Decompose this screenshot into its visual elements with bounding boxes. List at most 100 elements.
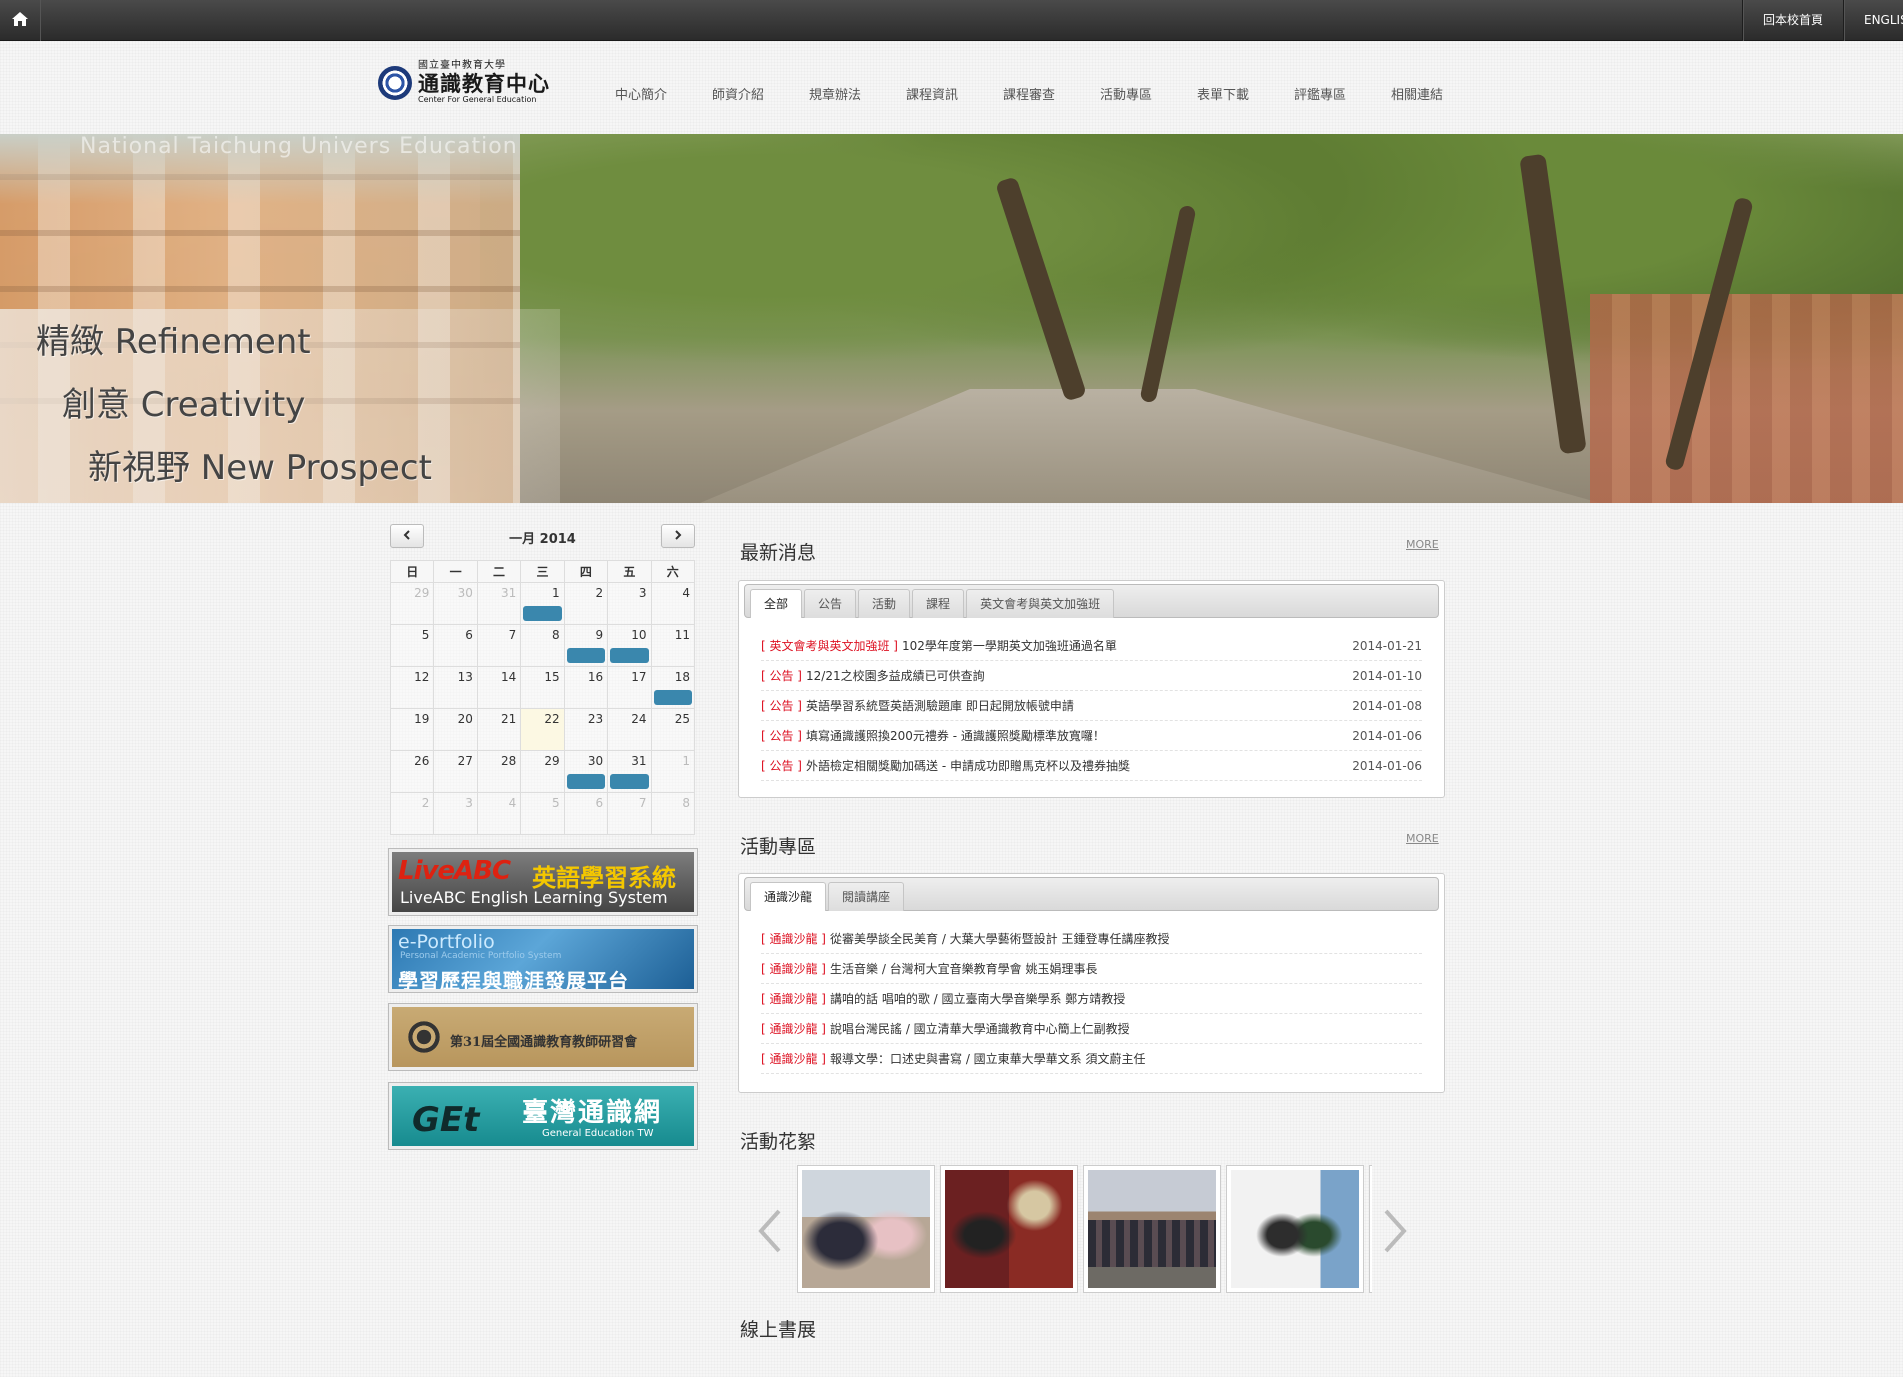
calendar-day[interactable]: 20: [433, 708, 478, 751]
news-item[interactable]: [ 公告 ] 12/21之校園多益成績已可供查詢 2014-01-10: [761, 661, 1422, 691]
calendar-day[interactable]: 12: [389, 666, 435, 709]
calendar-day[interactable]: 8: [520, 624, 565, 667]
activity-item[interactable]: [ 通識沙龍 ] 從審美學談全民美育 / 大葉大學藝術暨設計 王鍾登專任講座教授: [761, 924, 1422, 954]
calendar-event[interactable]: [610, 648, 649, 663]
calendar-event[interactable]: [523, 606, 562, 621]
calendar-day[interactable]: 15: [520, 666, 565, 709]
nav-item-activities[interactable]: 活動專區: [1100, 84, 1197, 103]
calendar-event[interactable]: [610, 774, 649, 789]
news-title[interactable]: 12/21之校園多益成績已可供查詢: [806, 667, 1344, 684]
activity-title[interactable]: 講咱的話 唱咱的歌 / 國立臺南大學音樂學系 鄭方靖教授: [830, 990, 1422, 1007]
english-link[interactable]: ENGLISH: [1843, 0, 1903, 41]
tab-news-announcement[interactable]: 公告: [804, 589, 857, 618]
calendar-day[interactable]: 23: [563, 708, 609, 751]
calendar-day[interactable]: 21: [476, 708, 522, 751]
calendar-day[interactable]: 1: [650, 750, 696, 793]
news-title[interactable]: 102學年度第一學期英文加強班通過名單: [902, 637, 1344, 654]
calendar-day[interactable]: 31: [607, 750, 652, 793]
calendar-day[interactable]: 27: [433, 750, 478, 793]
calendar-day[interactable]: 18: [650, 666, 696, 709]
activity-title[interactable]: 說唱台灣民謠 / 國立清華大學通識教育中心簡上仁副教授: [830, 1020, 1422, 1037]
gallery-photo[interactable]: [940, 1165, 1078, 1293]
calendar-day[interactable]: 6: [563, 792, 609, 835]
calendar-day[interactable]: 28: [476, 750, 522, 793]
nav-item-course-review[interactable]: 課程審查: [1003, 84, 1100, 103]
tab-news-activity[interactable]: 活動: [858, 589, 911, 618]
calendar-next-button[interactable]: [661, 524, 695, 548]
get-banner[interactable]: GEt 臺灣通識網 General Education TW: [388, 1082, 698, 1150]
calendar-day[interactable]: 4: [476, 792, 522, 835]
home-button[interactable]: [0, 0, 41, 41]
nav-item-forms[interactable]: 表單下載: [1197, 84, 1294, 103]
tab-news-english[interactable]: 英文會考與英文加強班: [966, 589, 1115, 618]
tab-news-course[interactable]: 課程: [912, 589, 965, 618]
calendar-day[interactable]: 13: [433, 666, 478, 709]
nav-item-regulations[interactable]: 規章辦法: [809, 84, 906, 103]
activity-item[interactable]: [ 通識沙龍 ] 報導文學：口述史與書寫 / 國立東華大學華文系 須文蔚主任: [761, 1044, 1422, 1074]
calendar-day[interactable]: 4: [650, 582, 696, 625]
calendar-day[interactable]: 2: [563, 582, 609, 625]
calendar-day[interactable]: 5: [389, 624, 435, 667]
news-item[interactable]: [ 公告 ] 外語檢定相關獎勵加碼送 - 申請成功即贈馬克杯以及禮券抽獎 201…: [761, 751, 1422, 781]
calendar-day[interactable]: 30: [433, 582, 478, 625]
calendar-day[interactable]: 1: [520, 582, 565, 625]
gallery-photo[interactable]: [1369, 1165, 1372, 1293]
carousel-next-button[interactable]: [1380, 1208, 1410, 1254]
calendar-day[interactable]: 26: [389, 750, 435, 793]
calendar-day[interactable]: 10: [607, 624, 652, 667]
tab-news-all[interactable]: 全部: [750, 589, 803, 618]
tab-salon[interactable]: 通識沙龍: [750, 882, 827, 911]
nav-item-faculty[interactable]: 師資介紹: [712, 84, 809, 103]
calendar-event[interactable]: [653, 690, 692, 705]
calendar-day[interactable]: 19: [389, 708, 435, 751]
calendar-day[interactable]: 29: [520, 750, 565, 793]
activities-more-link[interactable]: MORE: [1406, 832, 1439, 845]
tab-reading-lecture[interactable]: 閱讀講座: [828, 882, 905, 911]
news-item[interactable]: [ 英文會考與英文加強班 ] 102學年度第一學期英文加強班通過名單 2014-…: [761, 631, 1422, 661]
calendar-day[interactable]: 3: [607, 582, 652, 625]
activity-item[interactable]: [ 通識沙龍 ] 生活音樂 / 台灣柯大宜音樂教育學會 姚玉娟理事長: [761, 954, 1422, 984]
activity-item[interactable]: [ 通識沙龍 ] 講咱的話 唱咱的歌 / 國立臺南大學音樂學系 鄭方靖教授: [761, 984, 1422, 1014]
gallery-photo[interactable]: [797, 1165, 935, 1293]
news-item[interactable]: [ 公告 ] 英語學習系統暨英語測驗題庫 即日起開放帳號申請 2014-01-0…: [761, 691, 1422, 721]
gallery-photo[interactable]: [1083, 1165, 1221, 1293]
conference-banner[interactable]: 第31屆全國通識教育教師研習會: [388, 1003, 698, 1071]
calendar-day[interactable]: 6: [433, 624, 478, 667]
calendar-day[interactable]: 24: [607, 708, 652, 751]
nav-item-links[interactable]: 相關連結: [1391, 84, 1488, 103]
site-logo[interactable]: 國立臺中教育大學 通識教育中心 Center For General Educa…: [378, 61, 550, 104]
calendar-event[interactable]: [566, 648, 606, 663]
calendar-day[interactable]: 3: [433, 792, 478, 835]
news-title[interactable]: 英語學習系統暨英語測驗題庫 即日起開放帳號申請: [806, 697, 1344, 714]
calendar-day[interactable]: 31: [476, 582, 522, 625]
activity-item[interactable]: [ 通識沙龍 ] 說唱台灣民謠 / 國立清華大學通識教育中心簡上仁副教授: [761, 1014, 1422, 1044]
news-more-link[interactable]: MORE: [1406, 538, 1439, 551]
nav-item-courses[interactable]: 課程資訊: [906, 84, 1003, 103]
calendar-day[interactable]: 17: [607, 666, 652, 709]
activity-title[interactable]: 從審美學談全民美育 / 大葉大學藝術暨設計 王鍾登專任講座教授: [830, 930, 1422, 947]
nav-item-evaluation[interactable]: 評鑑專區: [1294, 84, 1391, 103]
calendar-event[interactable]: [566, 774, 606, 789]
calendar-day[interactable]: 8: [650, 792, 696, 835]
news-title[interactable]: 填寫通識護照換200元禮券 - 通識護照獎勵標準放寬囉！: [806, 727, 1344, 744]
calendar-day[interactable]: 29: [389, 582, 435, 625]
calendar-day[interactable]: 7: [607, 792, 652, 835]
gallery-photo[interactable]: [1226, 1165, 1364, 1293]
calendar-day[interactable]: 30: [563, 750, 609, 793]
eportfolio-banner[interactable]: e-Portfolio Personal Academic Portfolio …: [388, 925, 698, 993]
activity-title[interactable]: 報導文學：口述史與書寫 / 國立東華大學華文系 須文蔚主任: [830, 1050, 1422, 1067]
calendar-day[interactable]: 9: [563, 624, 609, 667]
calendar-day[interactable]: 2: [389, 792, 435, 835]
nav-item-about[interactable]: 中心簡介: [615, 84, 712, 103]
calendar-day[interactable]: 16: [563, 666, 609, 709]
carousel-prev-button[interactable]: [755, 1208, 785, 1254]
calendar-day[interactable]: 11: [650, 624, 696, 667]
calendar-day[interactable]: 22: [520, 708, 565, 751]
calendar-day[interactable]: 7: [476, 624, 522, 667]
activity-title[interactable]: 生活音樂 / 台灣柯大宜音樂教育學會 姚玉娟理事長: [830, 960, 1422, 977]
news-title[interactable]: 外語檢定相關獎勵加碼送 - 申請成功即贈馬克杯以及禮券抽獎: [806, 757, 1344, 774]
calendar-day[interactable]: 5: [520, 792, 565, 835]
news-item[interactable]: [ 公告 ] 填寫通識護照換200元禮券 - 通識護照獎勵標準放寬囉！ 2014…: [761, 721, 1422, 751]
liveabc-banner[interactable]: LiveABC 英語學習系統 LiveABC English Learning …: [388, 848, 698, 916]
calendar-day[interactable]: 25: [650, 708, 696, 751]
